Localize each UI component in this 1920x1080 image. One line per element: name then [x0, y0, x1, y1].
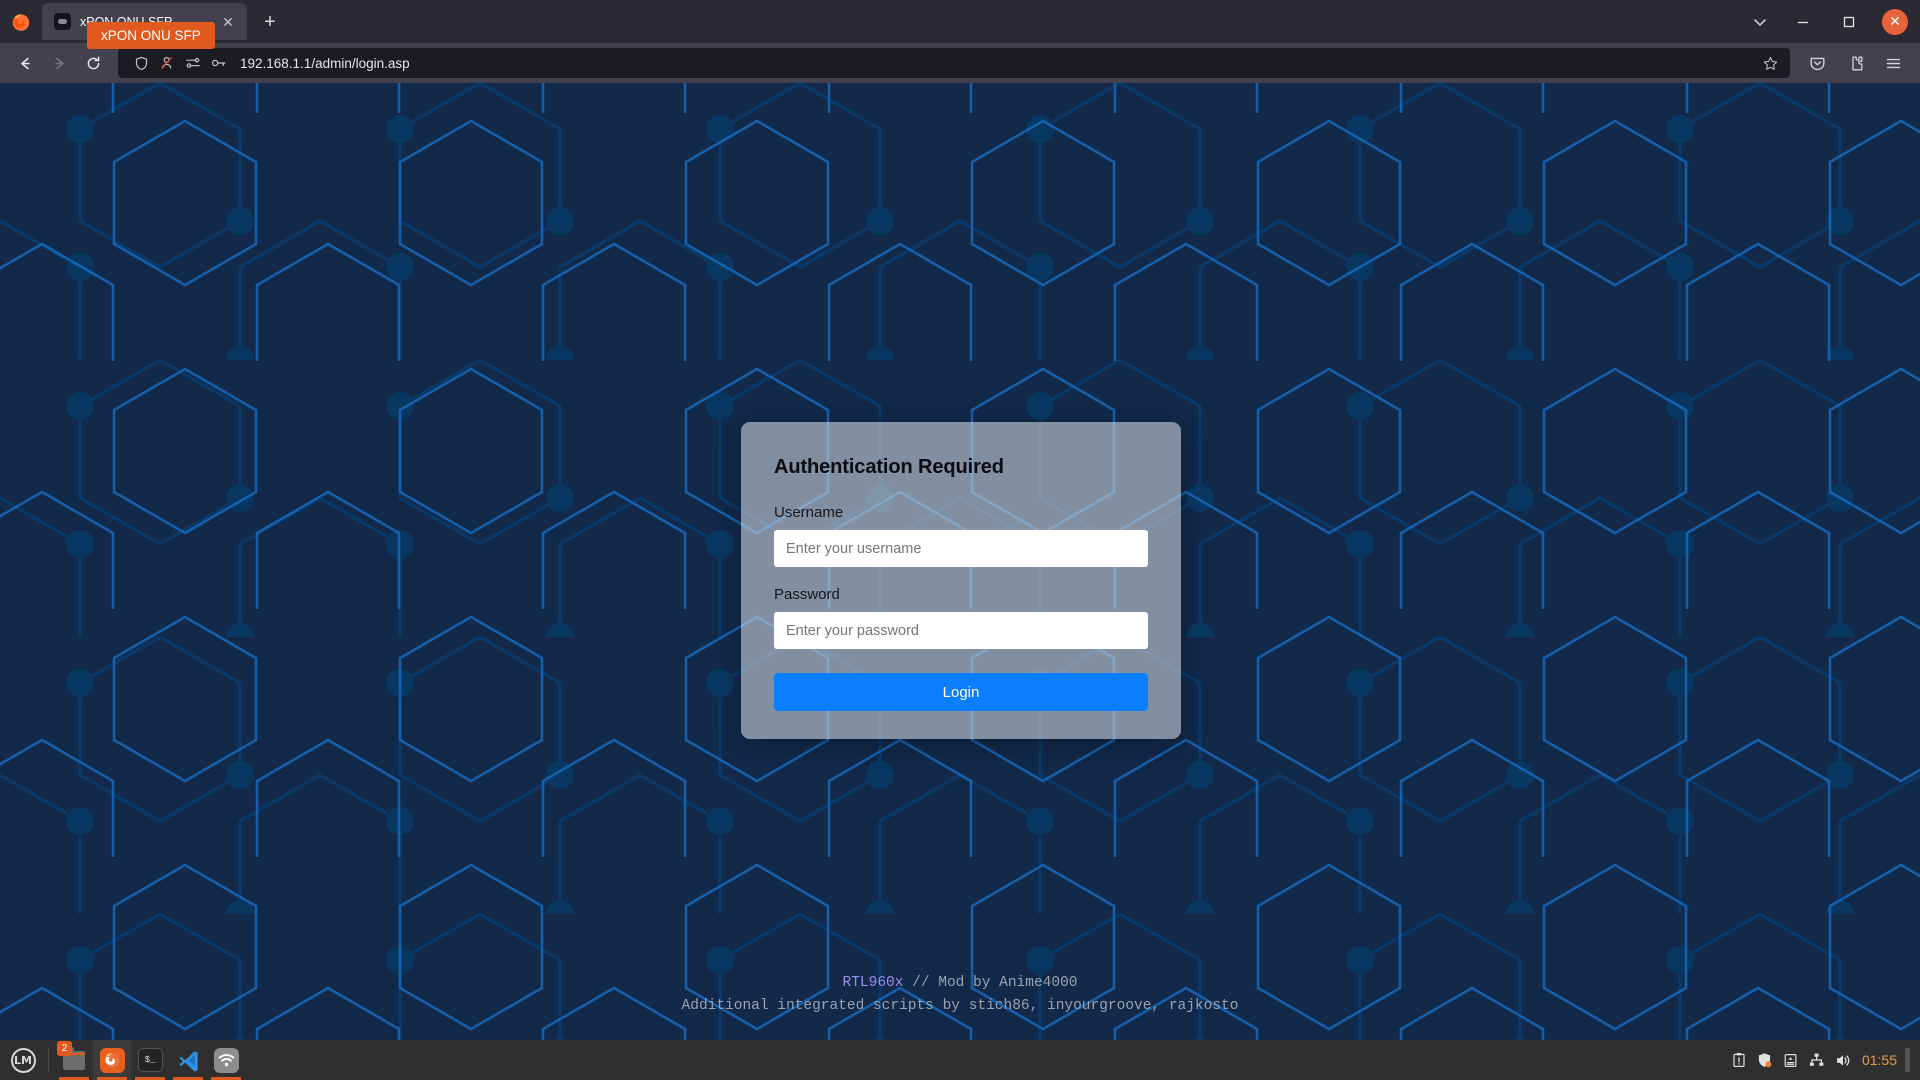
toolbar-right-controls — [1798, 47, 1912, 79]
page-title: Authentication Required — [774, 456, 1004, 478]
minimize-window-button[interactable] — [1780, 0, 1826, 43]
login-button[interactable]: Login — [774, 673, 1148, 711]
tab-favicon-icon — [54, 13, 71, 30]
reload-button[interactable] — [76, 47, 110, 79]
mint-menu-button[interactable]: LM — [4, 1041, 42, 1079]
back-button[interactable] — [8, 47, 42, 79]
files-badge: 2 — [57, 1041, 72, 1056]
taskbar: LM 2 $_ 01:55 — [0, 1040, 1920, 1080]
password-input[interactable] — [774, 612, 1148, 649]
footer-mod-by: // Mod by Anime4000 — [903, 975, 1078, 992]
tab-tooltip: xPON ONU SFP — [87, 22, 215, 49]
taskbar-item-network-manager[interactable] — [207, 1040, 245, 1080]
wifi-icon — [213, 1047, 239, 1073]
system-tray: 01:55 — [1726, 1040, 1916, 1080]
new-tab-button[interactable]: + — [255, 7, 285, 37]
save-to-pocket-icon[interactable] — [1798, 47, 1836, 79]
terminal-icon: $_ — [137, 1048, 163, 1072]
taskbar-divider — [48, 1047, 49, 1073]
removable-media-icon[interactable] — [1778, 1040, 1804, 1080]
close-tab-icon[interactable]: ✕ — [217, 11, 239, 33]
navigation-toolbar: 192.168.1.1/admin/login.asp — [0, 43, 1920, 83]
extensions-puzzle-icon[interactable] — [1836, 47, 1874, 79]
url-text[interactable]: 192.168.1.1/admin/login.asp — [240, 56, 1756, 71]
tracking-protection-blocked-icon[interactable] — [154, 50, 180, 76]
taskbar-item-vscode[interactable] — [169, 1040, 207, 1080]
browser-window: xPON ONU SFP ✕ + xPON ONU SFP ✕ — [0, 0, 1920, 1080]
forward-button — [42, 47, 76, 79]
bookmark-star-icon[interactable] — [1756, 50, 1784, 76]
close-window-button[interactable]: ✕ — [1872, 0, 1918, 43]
firefox-icon — [99, 1047, 125, 1073]
update-shield-icon[interactable] — [1752, 1040, 1778, 1080]
network-icon[interactable] — [1804, 1040, 1830, 1080]
taskbar-item-terminal[interactable]: $_ — [131, 1040, 169, 1080]
key-icon[interactable] — [206, 50, 232, 76]
list-all-tabs-icon[interactable] — [1740, 0, 1780, 43]
username-input[interactable] — [774, 530, 1148, 567]
password-label: Password — [774, 586, 840, 603]
username-label: Username — [774, 504, 844, 521]
address-bar[interactable]: 192.168.1.1/admin/login.asp — [118, 48, 1790, 78]
vscode-icon — [178, 1050, 198, 1072]
clipboard-icon[interactable] — [1726, 1040, 1752, 1080]
show-desktop-button[interactable] — [1905, 1048, 1910, 1072]
shield-icon[interactable] — [128, 50, 154, 76]
footer-line-1: RTL960x // Mod by Anime4000 — [0, 972, 1920, 994]
permissions-icon[interactable] — [180, 50, 206, 76]
page-viewport: Authentication Required Username Passwor… — [0, 83, 1920, 1040]
firefox-logo-icon — [0, 0, 42, 43]
application-menu-icon[interactable] — [1874, 47, 1912, 79]
authentication-panel: Authentication Required Username Passwor… — [741, 422, 1181, 739]
footer-line-2: Additional integrated scripts by stich86… — [681, 997, 1239, 1014]
tab-bar: xPON ONU SFP ✕ + xPON ONU SFP ✕ — [0, 0, 1920, 49]
footer-chip: RTL960x — [842, 975, 904, 992]
mint-logo-icon: LM — [10, 1047, 36, 1073]
tabbar-right-controls: ✕ — [1740, 0, 1920, 43]
clock[interactable]: 01:55 — [1862, 1052, 1897, 1068]
volume-icon[interactable] — [1830, 1040, 1856, 1080]
close-icon: ✕ — [1882, 8, 1908, 35]
page-footer: RTL960x // Mod by Anime4000 Additional i… — [0, 972, 1920, 1017]
maximize-window-button[interactable] — [1826, 0, 1872, 43]
taskbar-item-firefox[interactable] — [93, 1040, 131, 1080]
taskbar-item-files[interactable]: 2 — [55, 1040, 93, 1080]
